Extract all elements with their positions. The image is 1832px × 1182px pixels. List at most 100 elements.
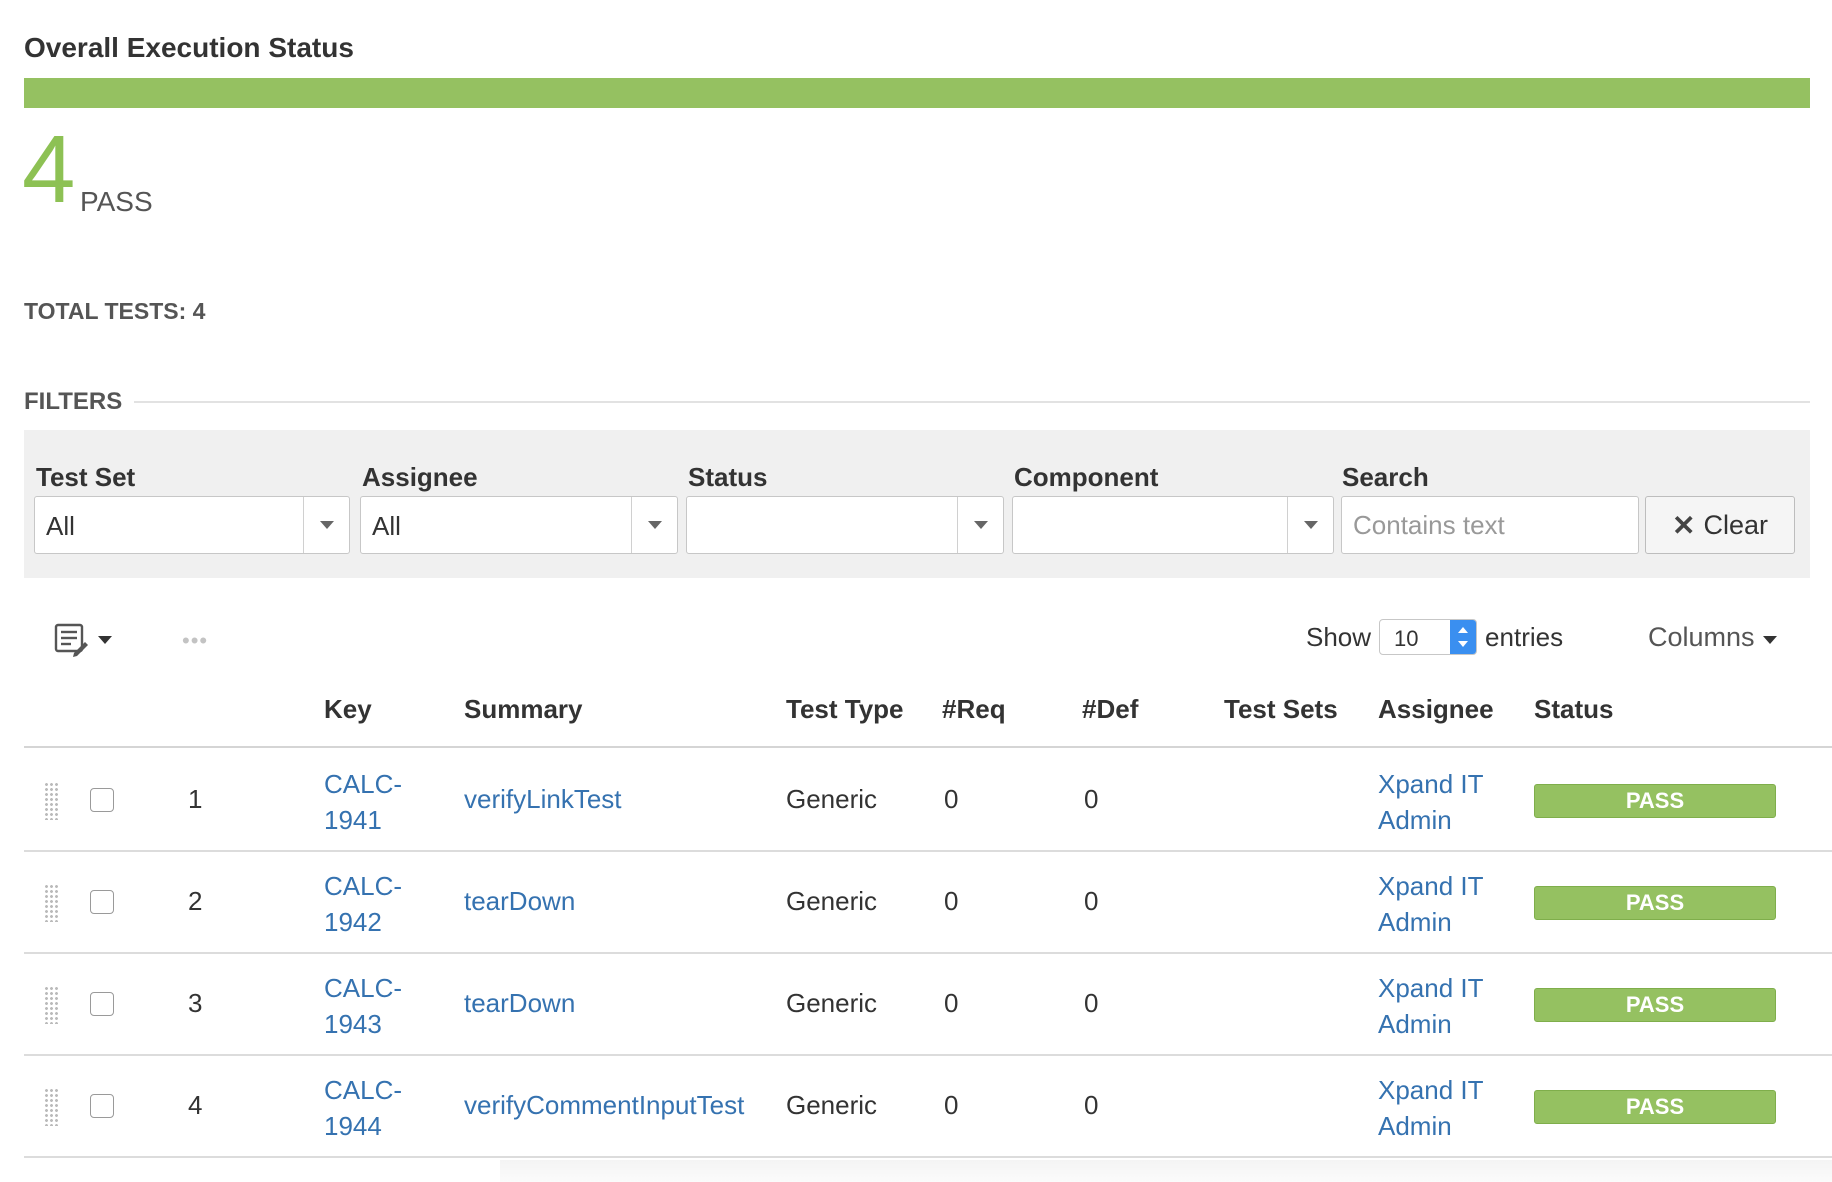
status-badge: PASS — [1534, 886, 1776, 920]
show-label: Show — [1306, 621, 1372, 652]
chevron-down-icon — [1762, 635, 1777, 644]
column-header-test-sets[interactable]: Test Sets — [1224, 694, 1338, 725]
status-select[interactable] — [686, 496, 1004, 554]
def-count: 0 — [1084, 784, 1099, 814]
row-checkbox[interactable] — [90, 1094, 114, 1118]
progress-pass-segment — [24, 78, 1810, 108]
status-label: Status — [688, 462, 768, 492]
pass-label: PASS — [80, 186, 153, 217]
pass-count: 4 — [22, 116, 76, 223]
test-summary-link[interactable]: tearDown — [464, 988, 575, 1019]
def-count: 0 — [1084, 886, 1099, 916]
test-type: Generic — [786, 988, 878, 1018]
status-badge: PASS — [1534, 784, 1776, 818]
drag-handle-icon[interactable] — [44, 884, 58, 922]
req-count: 0 — [944, 1090, 959, 1120]
test-summary-link[interactable]: verifyCommentInputTest — [464, 1090, 744, 1121]
table-row: 3 CALC- 1943 tearDown Generic 0 0 Xpand I… — [24, 954, 1832, 1056]
assignee-link[interactable]: Xpand IT Admin — [1378, 970, 1484, 1042]
chevron-down-icon — [1304, 521, 1318, 529]
assignee-select[interactable]: All — [360, 496, 678, 554]
test-set-select[interactable]: All — [34, 496, 350, 554]
test-type: Generic — [786, 886, 878, 916]
column-header-assignee[interactable]: Assignee — [1378, 694, 1494, 725]
def-count: 0 — [1084, 988, 1099, 1018]
test-type: Generic — [786, 784, 878, 814]
assignee-label: Assignee — [362, 462, 478, 492]
table-row: 4 CALC- 1944 verifyCommentInputTest Gener… — [24, 1056, 1832, 1158]
more-options-icon[interactable]: ••• — [182, 628, 208, 654]
test-key-link[interactable]: CALC- 1944 — [324, 1072, 402, 1144]
chevron-down-icon — [974, 521, 988, 529]
column-header-summary[interactable]: Summary — [464, 694, 583, 725]
assignee-dropdown-toggle[interactable] — [631, 497, 677, 553]
columns-label: Columns — [1648, 622, 1755, 652]
drag-handle-icon[interactable] — [44, 986, 58, 1024]
row-number: 2 — [188, 886, 203, 916]
row-checkbox[interactable] — [90, 890, 114, 914]
test-set-label: Test Set — [36, 462, 136, 492]
test-key-link[interactable]: CALC- 1941 — [324, 766, 402, 838]
filter-panel: Test Set All Assignee All Status Compone… — [24, 430, 1810, 578]
test-key-link[interactable]: CALC- 1942 — [324, 868, 402, 940]
execution-progress-bar — [24, 78, 1810, 108]
test-type: Generic — [786, 1090, 878, 1120]
entries-value: 10 — [1394, 626, 1419, 651]
component-select[interactable] — [1012, 496, 1334, 554]
column-header-status[interactable]: Status — [1534, 694, 1613, 725]
table-row: 2 CALC- 1942 tearDown Generic 0 0 Xpand I… — [24, 852, 1832, 954]
execution-status-page: Overall Execution Status 4 PASS TOTAL TE… — [0, 0, 1832, 1182]
total-tests: TOTAL TESTS: 4 — [24, 298, 206, 324]
test-set-value: All — [46, 511, 75, 541]
search-input[interactable] — [1341, 496, 1639, 554]
edit-list-icon — [54, 623, 112, 657]
chevron-down-icon — [320, 521, 334, 529]
test-summary-link[interactable]: tearDown — [464, 886, 575, 917]
column-header-test-type[interactable]: Test Type — [786, 694, 904, 725]
assignee-value: All — [372, 511, 401, 541]
test-set-dropdown-toggle[interactable] — [303, 497, 349, 553]
filters-heading: FILTERS — [24, 388, 1810, 416]
def-count: 0 — [1084, 1090, 1099, 1120]
component-dropdown-toggle[interactable] — [1287, 497, 1333, 553]
component-label: Component — [1014, 462, 1159, 492]
bulk-edit-menu[interactable] — [54, 622, 118, 658]
drag-handle-icon[interactable] — [44, 1088, 58, 1126]
req-count: 0 — [944, 886, 959, 916]
test-key-link[interactable]: CALC- 1943 — [324, 970, 402, 1042]
test-summary-link[interactable]: verifyLinkTest — [464, 784, 622, 815]
entries-label: entries — [1485, 621, 1564, 652]
clear-button-label: Clear — [1703, 509, 1768, 540]
row-number: 3 — [188, 988, 203, 1018]
entries-select[interactable]: 10 — [1379, 619, 1478, 655]
drag-handle-icon[interactable] — [44, 782, 58, 820]
scroll-shadow — [500, 1160, 1832, 1182]
chevron-down-icon — [648, 521, 662, 529]
search-label: Search — [1342, 462, 1429, 492]
row-checkbox[interactable] — [90, 992, 114, 1016]
table-row: 1 CALC- 1941 verifyLinkTest Generic 0 0 X… — [24, 750, 1832, 852]
stepper-icon — [1450, 620, 1477, 654]
columns-button[interactable]: Columns — [1648, 622, 1777, 653]
row-number: 1 — [188, 784, 203, 814]
table-header: Key Summary Test Type #Req #Def Test Set… — [24, 688, 1832, 748]
req-count: 0 — [944, 988, 959, 1018]
filters-divider — [134, 401, 1810, 403]
assignee-link[interactable]: Xpand IT Admin — [1378, 868, 1484, 940]
req-count: 0 — [944, 784, 959, 814]
row-number: 4 — [188, 1090, 203, 1120]
status-dropdown-toggle[interactable] — [957, 497, 1003, 553]
page-title: Overall Execution Status — [24, 32, 354, 63]
column-header-def[interactable]: #Def — [1082, 694, 1138, 725]
assignee-link[interactable]: Xpand IT Admin — [1378, 766, 1484, 838]
close-icon: ✕ — [1672, 509, 1696, 541]
status-badge: PASS — [1534, 988, 1776, 1022]
row-checkbox[interactable] — [90, 788, 114, 812]
filters-label: FILTERS — [24, 388, 123, 415]
column-header-key[interactable]: Key — [324, 694, 372, 725]
page-length-control: Show 10 entries — [1306, 618, 1563, 656]
status-badge: PASS — [1534, 1090, 1776, 1124]
assignee-link[interactable]: Xpand IT Admin — [1378, 1072, 1484, 1144]
column-header-req[interactable]: #Req — [942, 694, 1006, 725]
clear-filters-button[interactable]: ✕ Clear — [1645, 496, 1795, 554]
